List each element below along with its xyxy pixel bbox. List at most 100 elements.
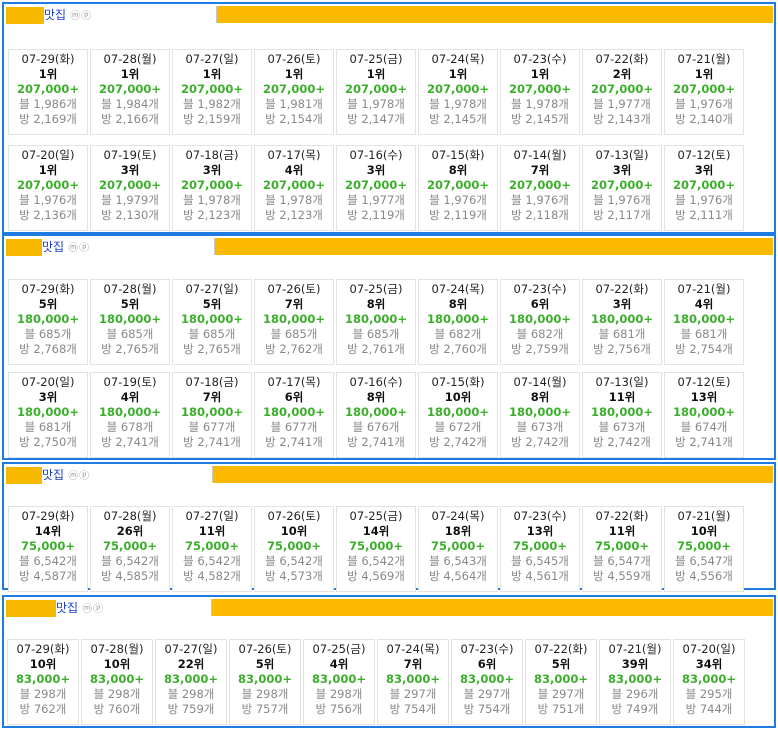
place-title-link[interactable]: 맛집 ⓜⓟ [42, 239, 90, 257]
place-title-link[interactable]: 맛집 ⓜⓟ [56, 600, 104, 618]
date-label: 07-20(일) [682, 642, 736, 656]
ranking-row: 07-20(일) 1위 207,000+ 블 1,976개 방 2,136개 07-19… [8, 145, 746, 231]
visitor-count: 방 4,573개 [265, 569, 323, 583]
visitor-count: 방 4,587개 [19, 569, 77, 583]
rank-label: 4위 [329, 657, 349, 671]
visitor-count: 방 2,741개 [265, 435, 323, 449]
day-cell: 07-29(화) 5위 180,000+ 블 685개 방 2,768개 [8, 279, 88, 365]
price-label: 180,000+ [508, 405, 571, 419]
rank-label: 1위 [530, 67, 550, 81]
rank-label: 5위 [120, 297, 140, 311]
blog-count: 블 677개 [188, 420, 236, 434]
date-label: 07-27(일) [185, 282, 239, 296]
place-title-link[interactable]: 맛집 ⓜⓟ [44, 7, 92, 25]
map-badge-icons: ⓜⓟ [70, 11, 93, 22]
visitor-count: 방 2,117개 [593, 208, 651, 222]
rank-label: 8위 [448, 163, 468, 177]
date-label: 07-23(수) [460, 642, 514, 656]
visitor-count: 방 2,145개 [429, 112, 487, 126]
rank-label: 8위 [366, 297, 386, 311]
visitor-count: 방 2,169개 [19, 112, 77, 126]
rank-label: 4위 [284, 163, 304, 177]
day-cell: 07-14(월) 8위 180,000+ 블 673개 방 2,742개 [500, 372, 580, 458]
day-cell: 07-20(일) 34위 83,000+ 블 295개 방 744개 [673, 639, 745, 725]
visitor-count: 방 2,111개 [675, 208, 733, 222]
day-cell: 07-21(월) 39위 83,000+ 블 296개 방 749개 [599, 639, 671, 725]
visitor-count: 방 2,742개 [511, 435, 569, 449]
visitor-count: 방 749개 [611, 702, 659, 716]
rank-label: 3위 [202, 163, 222, 177]
day-cell: 07-18(금) 7위 180,000+ 블 677개 방 2,741개 [172, 372, 252, 458]
date-label: 07-21(월) [608, 642, 662, 656]
blog-count: 블 685개 [106, 327, 154, 341]
visitor-count: 방 754개 [463, 702, 511, 716]
place-title-link[interactable]: 맛집 ⓜⓟ [42, 467, 90, 485]
blog-count: 블 298개 [315, 687, 363, 701]
place-title: 맛집 [42, 468, 65, 482]
visitor-count: 방 751개 [537, 702, 585, 716]
rank-label: 3위 [612, 297, 632, 311]
rank-label: 11위 [608, 524, 636, 538]
date-label: 07-20(일) [21, 375, 75, 389]
rank-label: 8위 [448, 297, 468, 311]
price-label: 207,000+ [16, 178, 79, 192]
rank-label: 7위 [403, 657, 423, 671]
day-cell: 07-22(화) 5위 83,000+ 블 297개 방 751개 [525, 639, 597, 725]
price-label: 180,000+ [590, 312, 653, 326]
day-cell: 07-27(일) 22위 83,000+ 블 298개 방 759개 [155, 639, 227, 725]
day-cell: 07-25(금) 14위 75,000+ 블 6,542개 방 4,569개 [336, 506, 416, 592]
date-label: 07-21(월) [677, 509, 731, 523]
price-label: 75,000+ [430, 539, 485, 553]
blog-count: 블 673개 [598, 420, 646, 434]
blog-count: 블 1,976개 [19, 193, 77, 207]
visitor-count: 방 760개 [93, 702, 141, 716]
day-cell: 07-20(일) 3위 180,000+ 블 681개 방 2,750개 [8, 372, 88, 458]
rank-label: 6위 [477, 657, 497, 671]
price-label: 207,000+ [426, 178, 489, 192]
rank-label: 13위 [690, 390, 718, 404]
blog-count: 블 6,547개 [593, 554, 651, 568]
date-label: 07-23(수) [513, 52, 567, 66]
date-label: 07-18(금) [185, 148, 239, 162]
visitor-count: 방 2,765개 [183, 342, 241, 356]
day-cell: 07-15(화) 10위 180,000+ 블 672개 방 2,742개 [418, 372, 498, 458]
visitor-count: 방 2,741개 [675, 435, 733, 449]
visitor-count: 방 2,765개 [101, 342, 159, 356]
rank-label: 7위 [202, 390, 222, 404]
blog-count: 블 1,981개 [265, 97, 323, 111]
visitor-count: 방 2,136개 [19, 208, 77, 222]
price-label: 207,000+ [98, 82, 161, 96]
ranking-row: 07-29(화) 10위 83,000+ 블 298개 방 762개 07-28(월) 1… [7, 639, 747, 725]
blog-count: 블 685개 [188, 327, 236, 341]
date-label: 07-28(월) [90, 642, 144, 656]
date-label: 07-13(일) [595, 375, 649, 389]
day-cell: 07-25(금) 4위 83,000+ 블 298개 방 756개 [303, 639, 375, 725]
map-badge-icons: ⓜⓟ [68, 471, 91, 482]
price-label: 180,000+ [180, 312, 243, 326]
rank-label: 1위 [366, 67, 386, 81]
day-cell: 07-27(일) 5위 180,000+ 블 685개 방 2,765개 [172, 279, 252, 365]
date-label: 07-28(월) [103, 509, 157, 523]
day-cell: 07-23(수) 6위 83,000+ 블 297개 방 754개 [451, 639, 523, 725]
rank-label: 1위 [694, 67, 714, 81]
date-label: 07-12(토) [677, 148, 731, 162]
price-label: 207,000+ [590, 82, 653, 96]
blog-count: 블 298개 [93, 687, 141, 701]
redacted-name [6, 467, 42, 484]
day-cell: 07-14(월) 7위 207,000+ 블 1,976개 방 2,118개 [500, 145, 580, 231]
visitor-count: 방 2,750개 [19, 435, 77, 449]
panel-header: 맛집 ⓜⓟ [4, 597, 774, 623]
price-label: 180,000+ [344, 312, 407, 326]
price-label: 83,000+ [607, 672, 662, 686]
date-label: 07-28(월) [103, 52, 157, 66]
date-label: 07-13(일) [595, 148, 649, 162]
price-label: 180,000+ [16, 405, 79, 419]
date-label: 07-14(월) [513, 148, 567, 162]
rank-label: 7위 [284, 297, 304, 311]
date-label: 07-27(일) [164, 642, 218, 656]
price-label: 83,000+ [385, 672, 440, 686]
blog-count: 블 677개 [270, 420, 318, 434]
blog-count: 블 1,982개 [183, 97, 241, 111]
price-label: 75,000+ [266, 539, 321, 553]
date-label: 07-19(토) [103, 375, 157, 389]
